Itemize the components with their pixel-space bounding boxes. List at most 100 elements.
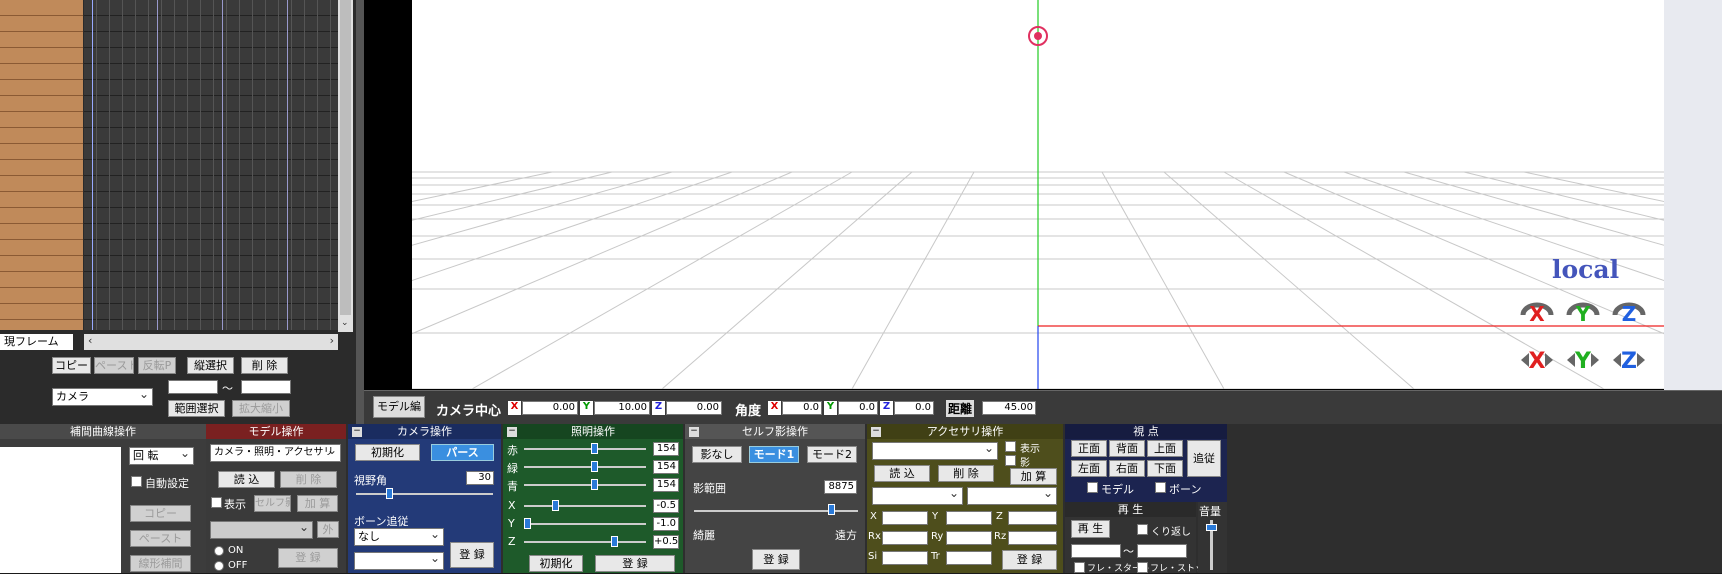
accessory-register-button[interactable]: 登 録 (1002, 550, 1057, 570)
local-mode-label[interactable]: local (1552, 255, 1619, 284)
view-front-button[interactable]: 正面 (1071, 440, 1107, 457)
blue-slider-track[interactable] (524, 484, 646, 486)
camera-register-button[interactable]: 登 録 (450, 542, 494, 568)
keyframe-grid[interactable] (84, 0, 338, 330)
follow-model-checkbox[interactable] (1087, 482, 1098, 493)
auto-setting-checkbox[interactable] (131, 476, 142, 487)
center-z-input[interactable]: 0.00 (666, 401, 722, 415)
center-x-input[interactable]: 0.00 (522, 401, 578, 415)
green-slider-thumb[interactable] (591, 461, 598, 472)
bone-follow-select[interactable]: なし (354, 528, 444, 546)
camera-center-icon[interactable] (1027, 25, 1049, 47)
fov-slider-thumb[interactable] (386, 488, 394, 499)
repeat-checkbox[interactable] (1137, 524, 1148, 535)
volume-slider-thumb[interactable] (1206, 524, 1217, 531)
perspective-button[interactable]: パース (431, 444, 494, 461)
off-radio[interactable] (214, 561, 224, 571)
curve-copy-button[interactable]: コピー (130, 505, 191, 522)
curve-paste-button[interactable]: ペースト (130, 530, 191, 547)
acc-y-input[interactable] (946, 511, 992, 525)
frame-start-checkbox[interactable] (1074, 562, 1085, 573)
rotate-select[interactable]: 回 転 (129, 447, 194, 465)
fov-input[interactable]: 30 (466, 471, 494, 485)
view-right-button[interactable]: 右面 (1109, 460, 1145, 477)
light-y-input[interactable]: -1.0 (653, 517, 679, 531)
shadow-none-button[interactable]: 影なし (692, 446, 742, 463)
shadow-mode1-button[interactable]: モード1 (749, 446, 799, 463)
viewport-canvas[interactable] (412, 0, 1664, 389)
model-add-button[interactable]: 加 算 (297, 495, 338, 512)
view-left-button[interactable]: 左面 (1071, 460, 1107, 477)
reverse-paste-button[interactable]: 反転P (138, 357, 176, 374)
model-display-checkbox[interactable] (211, 497, 222, 508)
accessory-display-checkbox[interactable] (1005, 441, 1016, 452)
rotate-y-icon[interactable]: Y (1565, 297, 1601, 329)
accessory-panel-collapse-icon[interactable]: − (871, 427, 881, 437)
vertical-select-button[interactable]: 縦選択 (187, 357, 234, 374)
move-y-icon[interactable]: Y (1565, 343, 1601, 377)
shadow-register-button[interactable]: 登 録 (752, 549, 800, 570)
blue-input[interactable]: 154 (653, 478, 679, 492)
shadow-range-slider-thumb[interactable] (828, 504, 835, 515)
light-y-slider-track[interactable] (524, 523, 646, 525)
follow-bone-checkbox[interactable] (1155, 482, 1166, 493)
accessory-model-select[interactable] (872, 487, 963, 505)
play-button[interactable]: 再 生 (1071, 520, 1110, 538)
view-back-button[interactable]: 背面 (1109, 440, 1145, 457)
light-z-input[interactable]: +0.5 (653, 535, 679, 549)
red-slider-thumb[interactable] (591, 443, 598, 454)
acc-ry-input[interactable] (946, 531, 992, 545)
blue-slider-thumb[interactable] (591, 479, 598, 490)
acc-z-input[interactable] (1008, 511, 1057, 525)
curve-editor[interactable] (0, 447, 121, 573)
move-z-icon[interactable]: Z (1611, 343, 1647, 377)
accessory-add-button[interactable]: 加 算 (1010, 468, 1057, 485)
green-slider-track[interactable] (524, 466, 646, 468)
frame-stop-checkbox[interactable] (1137, 562, 1148, 573)
scroll-down-icon[interactable]: ⌄ (341, 318, 349, 328)
acc-si-input[interactable] (882, 551, 928, 565)
acc-x-input[interactable] (882, 511, 928, 525)
accessory-shadow-checkbox[interactable] (1005, 455, 1016, 466)
model-sub-select[interactable] (210, 521, 313, 539)
lighting-init-button[interactable]: 初期化 (529, 555, 583, 572)
range-select-button[interactable]: 範囲選択 (168, 400, 225, 417)
linear-button[interactable]: 線形補間 (130, 555, 191, 572)
angle-z-input[interactable]: 0.0 (894, 401, 934, 415)
bone-list[interactable] (0, 0, 83, 330)
accessory-select[interactable] (872, 442, 998, 460)
shadow-panel-collapse-icon[interactable]: − (689, 427, 699, 437)
angle-y-input[interactable]: 0.0 (838, 401, 878, 415)
vertical-scrollbar[interactable]: ⌄ (338, 0, 353, 332)
accessory-delete-button[interactable]: 削 除 (938, 465, 994, 482)
acc-rz-input[interactable] (1008, 531, 1057, 545)
view-top-button[interactable]: 上面 (1147, 440, 1183, 457)
bone-follow-sub-select[interactable] (354, 552, 444, 570)
camera-init-button[interactable]: 初期化 (355, 444, 420, 461)
move-x-icon[interactable]: X (1519, 343, 1555, 377)
red-input[interactable]: 154 (653, 442, 679, 456)
rotate-z-icon[interactable]: Z (1611, 297, 1647, 329)
lighting-panel-collapse-icon[interactable]: − (507, 427, 517, 437)
scale-button[interactable]: 拡大縮小 (232, 400, 290, 417)
accessory-load-button[interactable]: 読 込 (874, 465, 930, 482)
range-end-input[interactable] (241, 380, 291, 394)
distance-input[interactable]: 45.00 (982, 401, 1036, 415)
shadow-mode2-button[interactable]: モード2 (807, 446, 857, 463)
light-x-slider-thumb[interactable] (552, 500, 559, 511)
light-x-slider-track[interactable] (524, 505, 646, 507)
angle-x-input[interactable]: 0.0 (782, 401, 822, 415)
shadow-range-input[interactable]: 8875 (824, 480, 857, 494)
delete-button[interactable]: 削 除 (241, 357, 288, 374)
light-x-input[interactable]: -0.5 (653, 499, 679, 513)
rotate-x-icon[interactable]: X (1519, 297, 1555, 329)
model-target-select[interactable]: カメラ・照明・アクセサリ (210, 444, 341, 462)
play-end-input[interactable] (1137, 544, 1187, 558)
horizontal-scrollbar[interactable]: ‹ › (84, 334, 338, 350)
accessory-bone-select[interactable] (967, 487, 1057, 505)
acc-tr-input[interactable] (946, 551, 992, 565)
splitter[interactable] (356, 0, 364, 424)
copy-button[interactable]: コピー (52, 357, 91, 374)
light-z-slider-thumb[interactable] (611, 536, 618, 547)
green-input[interactable]: 154 (653, 460, 679, 474)
